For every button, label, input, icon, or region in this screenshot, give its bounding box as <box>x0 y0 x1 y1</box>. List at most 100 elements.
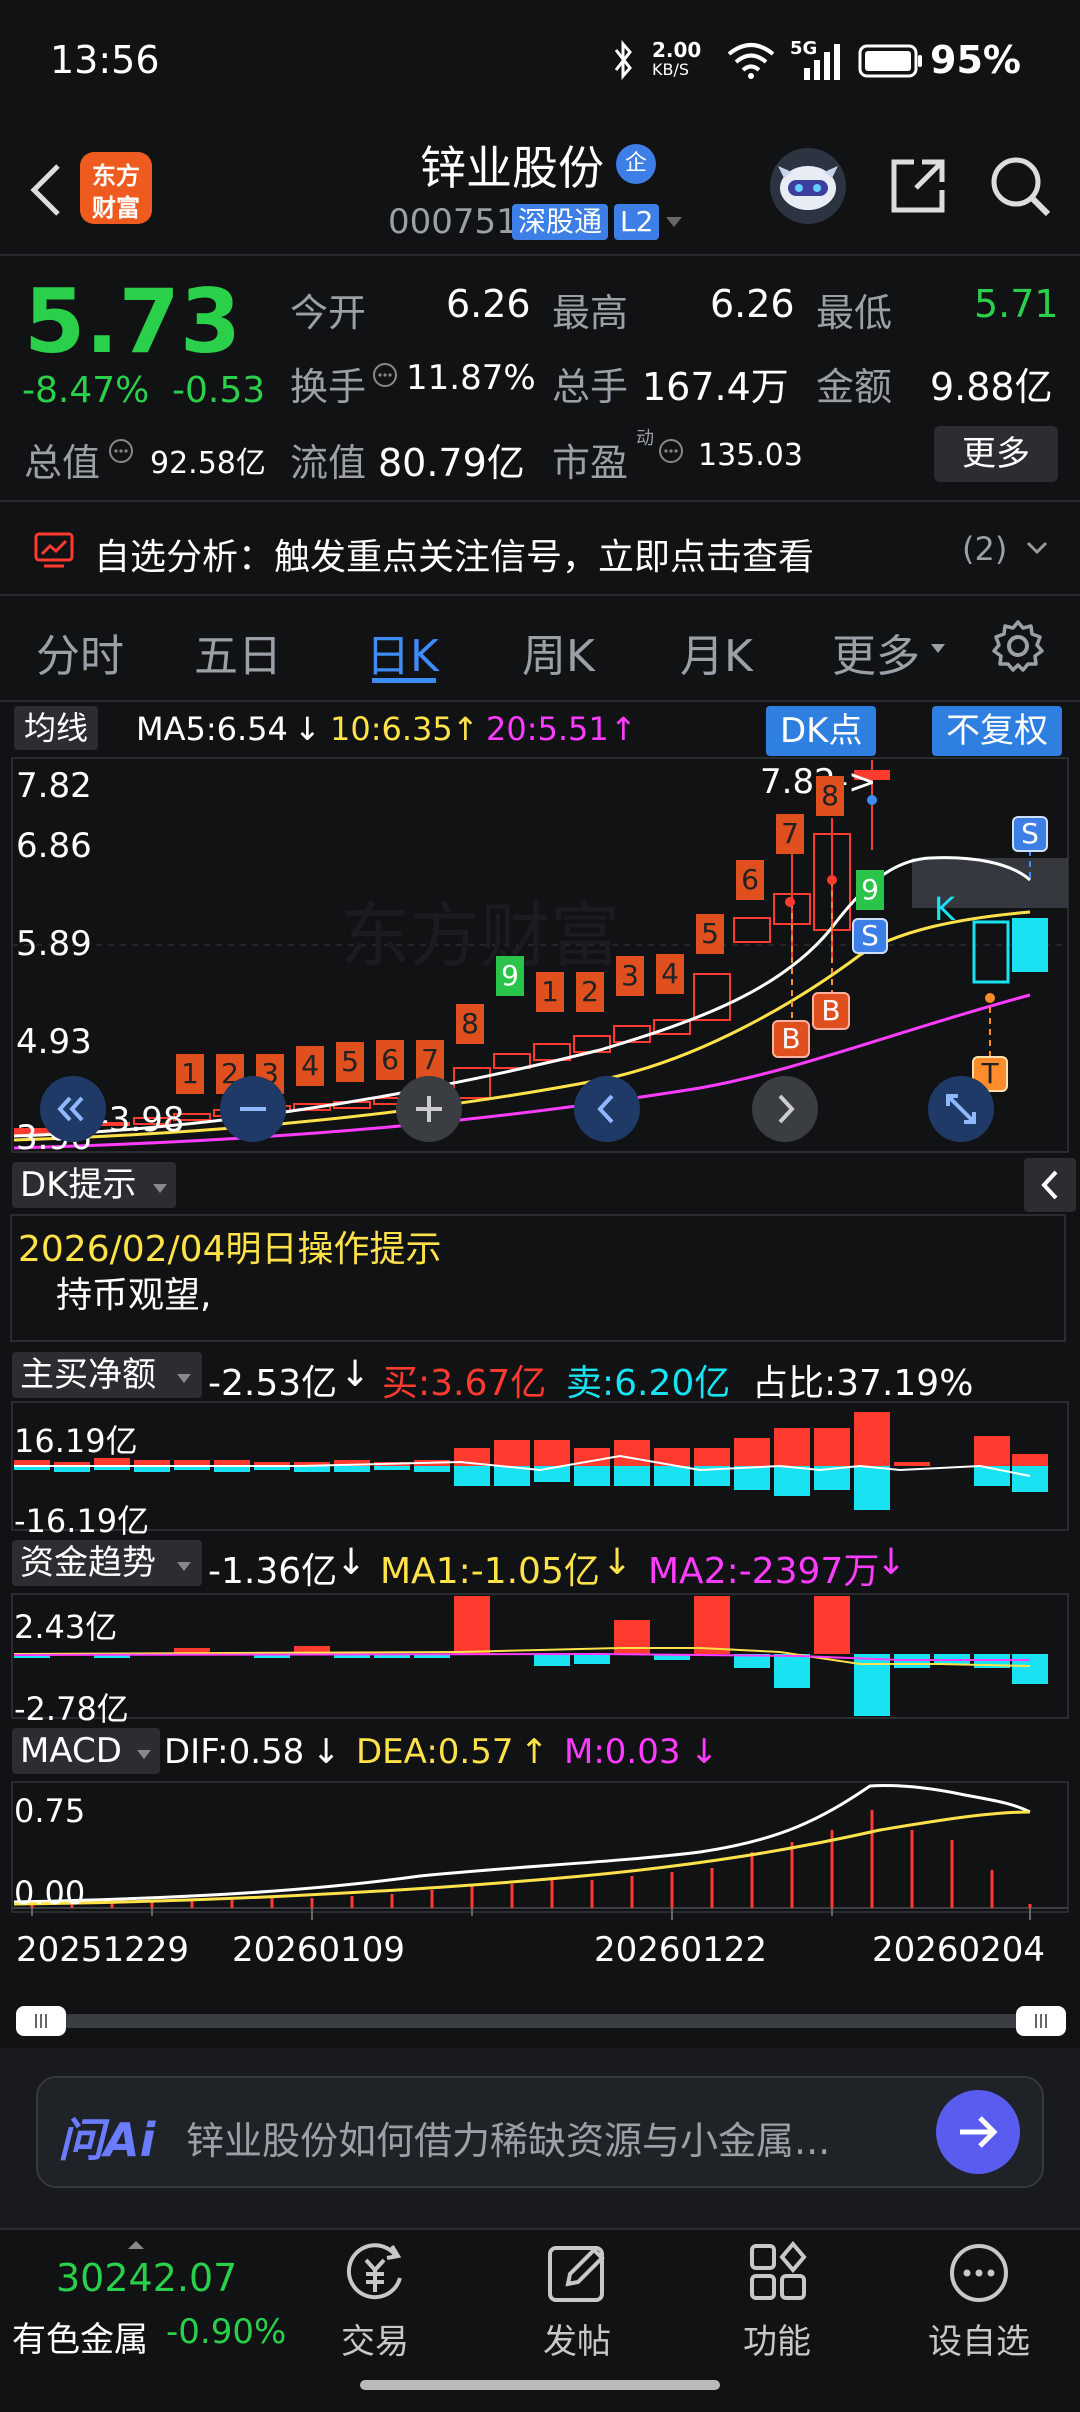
share-icon[interactable] <box>888 156 948 216</box>
net-flow-chart <box>0 1400 1080 1532</box>
macd-m-arrow: ↓ <box>690 1732 719 1772</box>
ma-selector[interactable]: 均线 <box>14 706 99 750</box>
brand-logo[interactable]: 东方 财富 <box>80 152 152 224</box>
pe-label: 市盈 <box>552 441 629 485</box>
trade-icon[interactable] <box>340 2238 410 2308</box>
macd-chart <box>0 1780 1080 1920</box>
mktcap-label: 总值 <box>24 441 101 485</box>
td-count-13: 5 <box>696 914 724 954</box>
net-flow-selector[interactable]: 主买净额 <box>12 1352 202 1398</box>
zoom-out-icon[interactable] <box>220 1076 286 1142</box>
search-icon[interactable] <box>988 154 1052 218</box>
mktcap-value: 92.58亿 <box>150 446 266 481</box>
analysis-icon <box>34 532 74 568</box>
range-scrollbar[interactable] <box>30 2014 1050 2028</box>
tab-more[interactable]: 更多 <box>832 620 920 684</box>
td-count-1: 1 <box>176 1054 204 1094</box>
status-time: 13:56 <box>50 38 160 82</box>
sell-signal-1[interactable]: S <box>852 918 888 954</box>
info-icon[interactable] <box>372 362 398 388</box>
macd-dif-arrow: ↓ <box>312 1732 341 1772</box>
fund-trend-value: -1.36亿 <box>208 1551 338 1592</box>
td-count-4: 4 <box>296 1046 324 1086</box>
change-percent: -8.47% <box>22 370 150 411</box>
td-nine-green: 9 <box>856 870 884 910</box>
nav-add-watchlist[interactable]: 设自选 <box>899 2314 1059 2363</box>
fund-trend-y-bottom: -2.78亿 <box>14 1690 129 1728</box>
nav-post[interactable]: 发帖 <box>497 2314 657 2363</box>
k-signal: K <box>934 890 955 928</box>
x-date-1: 20251229 <box>16 1930 190 1970</box>
back-icon[interactable] <box>26 160 66 220</box>
float-value: 80.79亿 <box>378 441 525 485</box>
chevron-down-icon[interactable] <box>1026 540 1048 556</box>
sell-signal-2[interactable]: S <box>1012 816 1048 852</box>
stock-name[interactable]: 锌业股份 <box>420 132 604 198</box>
high-value: 6.26 <box>710 282 795 326</box>
ai-robot-avatar[interactable] <box>770 148 846 224</box>
alert-text[interactable]: 自选分析：触发重点关注信号，立即点击查看 <box>94 528 814 580</box>
post-icon[interactable] <box>542 2238 612 2308</box>
rewind-icon[interactable] <box>40 1076 106 1142</box>
signal-icon <box>792 44 842 80</box>
settings-gear-icon[interactable] <box>990 618 1046 674</box>
functions-icon[interactable] <box>742 2238 812 2308</box>
net-flow-label: 主买净额 <box>20 1355 156 1395</box>
tab-daily-k[interactable]: 日K <box>366 620 439 684</box>
stock-code: 000751 <box>388 202 518 242</box>
prev-arrow-icon[interactable] <box>574 1076 640 1142</box>
caret-down-icon <box>152 1180 168 1193</box>
nav-trade[interactable]: 交易 <box>295 2314 455 2363</box>
range-handle-left[interactable] <box>16 2006 66 2036</box>
buy-signal-2[interactable]: B <box>812 992 850 1030</box>
next-arrow-icon[interactable] <box>752 1076 818 1142</box>
zoom-in-icon[interactable] <box>396 1076 462 1142</box>
more-dots-icon[interactable] <box>944 2238 1014 2308</box>
index-value[interactable]: 30242.07 <box>56 2256 237 2300</box>
td-count-10: 2 <box>576 972 604 1012</box>
info-icon[interactable] <box>108 438 134 464</box>
tab-intraday[interactable]: 分时 <box>36 620 124 684</box>
ai-logo: 问Ai <box>58 2113 156 2167</box>
buy-amount: 买:3.67亿 <box>382 1363 547 1404</box>
info-icon[interactable] <box>658 438 684 464</box>
dropdown-icon[interactable] <box>664 214 684 228</box>
pe-value: 135.03 <box>698 438 803 473</box>
ma10-value: 10:6.35 <box>330 710 453 748</box>
fund-trend-y-top: 2.43亿 <box>14 1608 118 1646</box>
collapse-panel-icon[interactable] <box>1024 1158 1076 1212</box>
enterprise-badge: 企 <box>616 144 656 184</box>
flow-ratio: 占比:37.19% <box>752 1363 974 1404</box>
fund-trend-selector[interactable]: 资金趋势 <box>12 1540 202 1586</box>
x-date-4: 20260204 <box>872 1930 1046 1970</box>
amount-label: 金额 <box>816 365 893 409</box>
adjustment-button[interactable]: 不复权 <box>932 706 1062 756</box>
ma5-value: MA5:6.54 <box>136 710 288 748</box>
nav-functions[interactable]: 功能 <box>697 2314 857 2363</box>
more-quote-button[interactable]: 更多 <box>934 426 1058 482</box>
ai-send-button[interactable] <box>936 2090 1020 2174</box>
x-date-2: 20260109 <box>232 1930 406 1970</box>
kline-chart[interactable]: 东方财富 <box>0 756 1080 1156</box>
caret-down-icon <box>176 1370 192 1383</box>
net-flow-y-top: 16.19亿 <box>14 1422 138 1460</box>
macd-y-bottom: 0.00 <box>14 1874 86 1912</box>
tab-five-day[interactable]: 五日 <box>194 620 282 684</box>
tab-weekly-k[interactable]: 周K <box>522 620 595 684</box>
fund-trend-label: 资金趋势 <box>20 1543 156 1583</box>
macd-m: M:0.03 <box>564 1732 681 1772</box>
dk-point-button[interactable]: DK点 <box>766 706 877 756</box>
fullscreen-icon[interactable] <box>928 1076 994 1142</box>
alert-count: (2) <box>962 530 1008 568</box>
range-handle-right[interactable] <box>1016 2006 1066 2036</box>
td-count-6: 6 <box>376 1040 404 1080</box>
ma20-value: 20:5.51 <box>486 710 609 748</box>
tab-monthly-k[interactable]: 月K <box>680 620 753 684</box>
buy-signal-1[interactable]: B <box>772 1020 810 1058</box>
low-value: 5.71 <box>974 282 1059 326</box>
index-name[interactable]: 有色金属 <box>12 2312 148 2361</box>
y-label-4: 4.93 <box>16 1022 92 1062</box>
y-label-3: 5.89 <box>16 924 92 964</box>
dk-point-label: DK点 <box>780 711 863 751</box>
home-indicator[interactable] <box>360 2380 720 2390</box>
